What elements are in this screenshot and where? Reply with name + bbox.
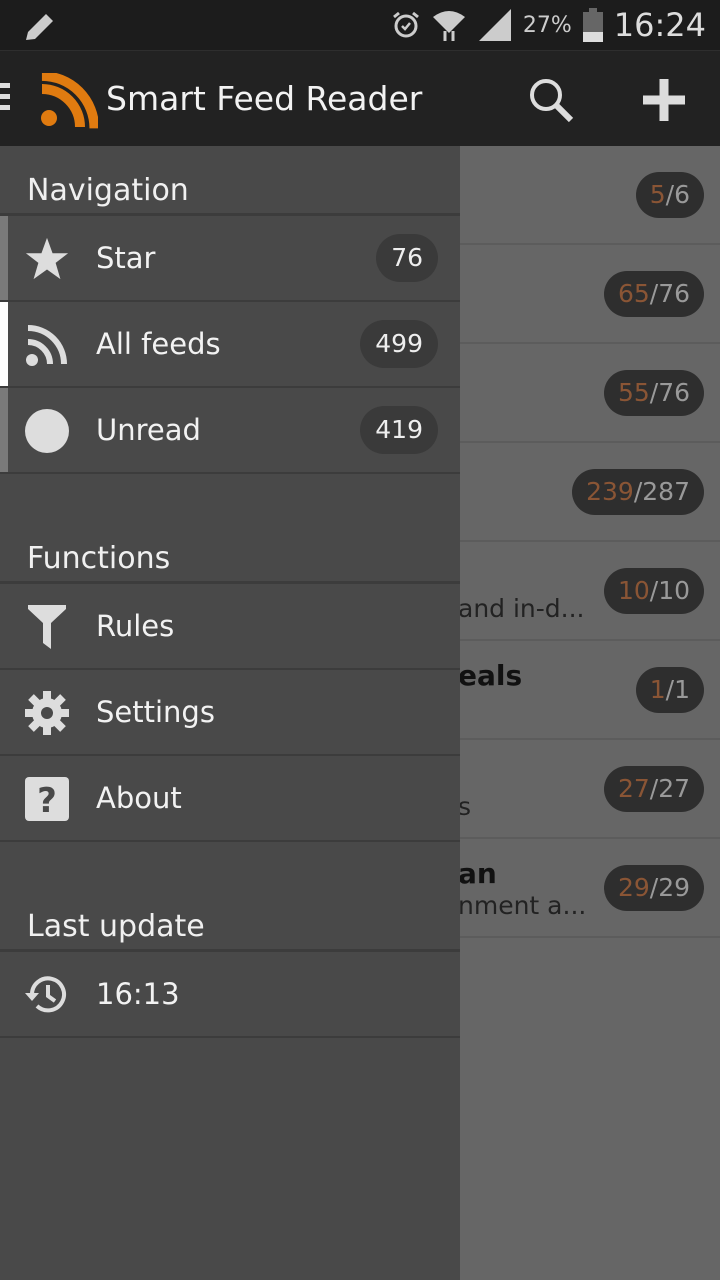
unread-badge: 10/10	[603, 568, 704, 614]
unread-badge: 1/1	[635, 667, 704, 713]
drawer-item-label: Star	[96, 241, 156, 275]
drawer-item-label: Rules	[96, 609, 175, 643]
battery-icon	[582, 8, 603, 42]
count-badge: 76	[376, 234, 438, 282]
unread-badge: 29/29	[603, 865, 704, 911]
unread-count: 5	[649, 180, 666, 209]
total-count: 29	[658, 873, 690, 902]
drawer-item-label: Settings	[96, 695, 215, 729]
total-count: 10	[658, 576, 690, 605]
unread-count: 29	[617, 873, 650, 902]
total-count: 287	[642, 477, 690, 506]
battery-percent: 27%	[522, 12, 572, 38]
last-update-row: 16:13	[0, 952, 460, 1038]
drawer-item-star[interactable]: Star 76	[0, 216, 460, 302]
count-badge: 499	[360, 320, 438, 368]
signal-icon	[478, 9, 511, 41]
navigation-drawer: Navigation Star 76 All feeds 499 Unread …	[0, 146, 460, 1280]
feed-subtitle: nment a...	[458, 891, 587, 920]
drawer-item-settings[interactable]: Settings	[0, 670, 460, 756]
drawer-item-about[interactable]: ? About	[0, 756, 460, 842]
svg-text:?: ?	[37, 781, 57, 821]
feed-title: eals	[458, 659, 523, 692]
unread-badge: 65/76	[603, 271, 704, 317]
help-icon: ?	[24, 776, 70, 822]
star-icon	[24, 236, 70, 282]
unread-count: 1	[649, 675, 666, 704]
section-header-navigation: Navigation	[0, 146, 460, 216]
unread-badge: 5/6	[635, 172, 704, 218]
action-bar: Smart Feed Reader	[0, 50, 720, 146]
gear-icon	[24, 690, 70, 736]
clock: 16:24	[613, 6, 706, 44]
last-update-time: 16:13	[96, 977, 180, 1011]
total-count: 76	[658, 279, 690, 308]
drawer-item-rules[interactable]: Rules	[0, 584, 460, 670]
wifi-icon	[432, 11, 465, 41]
app-logo-rss-icon[interactable]	[40, 73, 98, 129]
feed-subtitle: and in-d...	[458, 594, 585, 623]
drawer-toggle-icon[interactable]	[0, 83, 10, 116]
unread-count: 27	[617, 774, 650, 803]
feed-title: an	[458, 857, 497, 890]
section-header-last-update: Last update	[0, 882, 460, 952]
pencil-icon	[26, 14, 53, 40]
rss-icon	[24, 322, 70, 368]
unread-count: 10	[617, 576, 650, 605]
drawer-item-label: About	[96, 781, 182, 815]
add-icon[interactable]	[641, 79, 687, 121]
unread-badge: 55/76	[603, 370, 704, 416]
alarm-icon	[392, 11, 419, 38]
unread-count: 55	[617, 378, 650, 407]
drawer-item-unread[interactable]: Unread 419	[0, 388, 460, 474]
total-count: 27	[658, 774, 690, 803]
total-count: 76	[658, 378, 690, 407]
status-bar: 27% 16:24	[0, 0, 720, 50]
drawer-item-label: Unread	[96, 413, 201, 447]
drawer-item-label: All feeds	[96, 327, 221, 361]
circle-icon	[24, 408, 70, 454]
section-header-functions: Functions	[0, 514, 460, 584]
unread-count: 65	[617, 279, 650, 308]
filter-icon	[24, 604, 70, 650]
count-badge: 419	[360, 406, 438, 454]
total-count: 1	[674, 675, 690, 704]
history-icon	[24, 972, 70, 1018]
unread-badge: 27/27	[603, 766, 704, 812]
total-count: 6	[674, 180, 690, 209]
unread-badge: 239/287	[572, 469, 704, 515]
drawer-item-all-feeds[interactable]: All feeds 499	[0, 302, 460, 388]
unread-count: 239	[586, 477, 634, 506]
app-title: Smart Feed Reader	[106, 79, 423, 118]
search-icon[interactable]	[528, 77, 574, 123]
